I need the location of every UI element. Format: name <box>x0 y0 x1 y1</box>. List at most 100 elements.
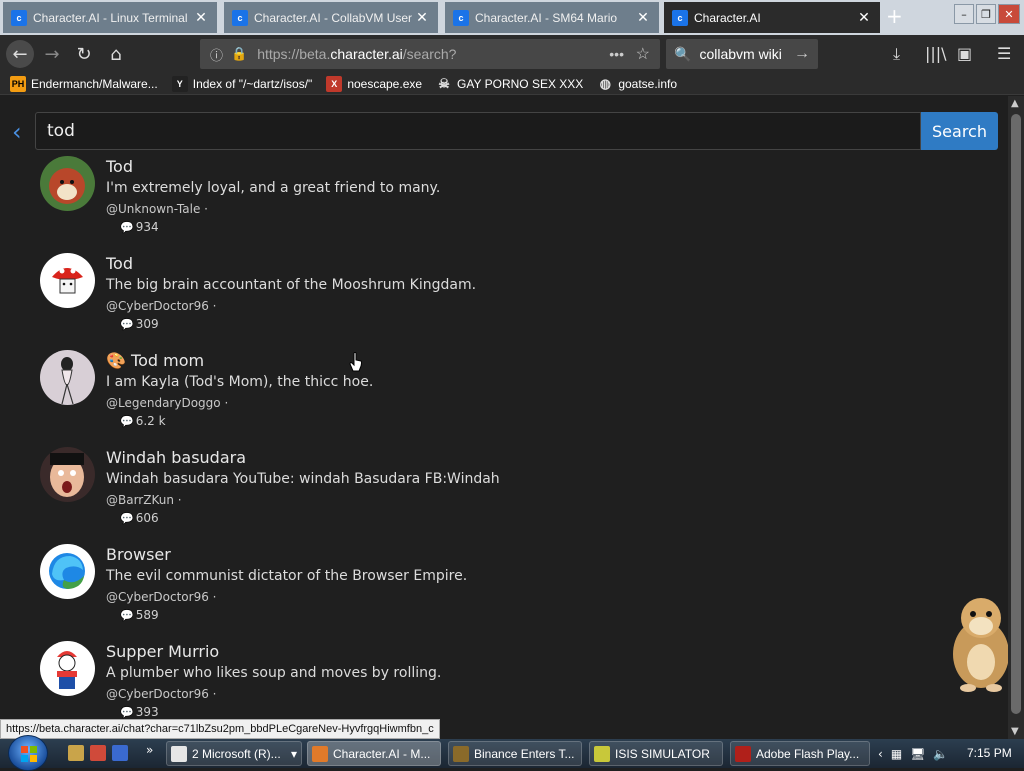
character-author[interactable]: @BarrZKun · <box>106 493 182 507</box>
scrollbar-thumb[interactable] <box>1011 114 1021 714</box>
character-author[interactable]: @Unknown-Tale · <box>106 202 208 216</box>
chat-count: 💬 309 <box>120 317 159 331</box>
result-item[interactable]: Windah basudara Windah basudara YouTube:… <box>40 447 640 537</box>
downloads-icon[interactable]: ⤓ <box>893 44 900 64</box>
minimize-button[interactable]: – <box>954 4 974 24</box>
start-button[interactable] <box>8 735 48 771</box>
character-name[interactable]: Browser <box>106 545 171 564</box>
tab-title: Character.AI <box>694 10 761 25</box>
result-item[interactable]: Tod The big brain accountant of the Moos… <box>40 253 640 343</box>
taskbar-button[interactable]: Binance Enters T... <box>448 741 582 766</box>
bookmark-noescape[interactable]: X noescape.exe <box>326 75 423 92</box>
firefox-quicklaunch-icon[interactable] <box>90 745 106 761</box>
taskbar-button[interactable]: ISIS SIMULATOR <box>589 741 723 766</box>
result-item[interactable]: 🎨 Tod mom I am Kayla (Tod's Mom), the th… <box>40 350 640 440</box>
info-icon[interactable]: ⓘ <box>210 45 223 64</box>
tab-sm64-mario[interactable]: c Character.AI - SM64 Mario ✕ <box>445 2 659 33</box>
character-name[interactable]: 🎨 Tod mom <box>106 351 204 370</box>
bookmark-dartz-isos[interactable]: Y Index of "/~dartz/isos/" <box>171 75 313 92</box>
character-description: The big brain accountant of the Mooshrum… <box>106 277 477 293</box>
tab-character-ai[interactable]: c Character.AI ✕ <box>664 2 880 33</box>
tray-expand-icon[interactable]: ‹ <box>878 747 883 761</box>
tab-linux-terminal[interactable]: c Character.AI - Linux Terminal ✕ <box>3 2 217 33</box>
desktop-quicklaunch-icon[interactable] <box>112 745 128 761</box>
character-name[interactable]: Tod <box>106 254 133 273</box>
clock[interactable]: 7:15 PM <box>967 746 1012 760</box>
bookmark-endermanch[interactable]: PH Endermanch/Malware... <box>10 75 158 92</box>
library-icon[interactable]: |||\ <box>925 44 947 63</box>
result-item[interactable]: Supper Murrio A plumber who likes soup a… <box>40 641 640 719</box>
bookmark-4[interactable]: ☠ GAY PORNO SEX XXX <box>436 76 583 92</box>
character-description: The evil communist dictator of the Brows… <box>106 568 468 584</box>
tab-title: Character.AI - Linux Terminal <box>33 10 188 25</box>
new-tab-button[interactable]: + <box>886 4 903 28</box>
explorer-quicklaunch-icon[interactable] <box>68 745 84 761</box>
tab-collabvm-user[interactable]: c Character.AI - CollabVM User ✕ <box>224 2 438 33</box>
character-author[interactable]: @CyberDoctor96 · <box>106 590 216 604</box>
pornhub-favicon: PH <box>10 75 26 92</box>
search-input[interactable]: tod <box>35 112 921 150</box>
close-window-button[interactable]: ✕ <box>998 4 1020 24</box>
page-scrollbar[interactable]: ▲ ▼ <box>1008 96 1024 739</box>
character-author[interactable]: @CyberDoctor96 · <box>106 687 216 701</box>
avatar[interactable] <box>40 156 95 211</box>
scroll-down-icon[interactable]: ▼ <box>1011 726 1019 737</box>
menu-icon[interactable]: ☰ <box>997 44 1011 63</box>
character-author[interactable]: @CyberDoctor96 · <box>106 299 216 313</box>
taskbar-button[interactable]: Adobe Flash Play... <box>730 741 870 766</box>
close-icon[interactable]: ✕ <box>414 9 430 26</box>
go-arrow-icon[interactable]: → <box>794 45 810 63</box>
browser-search-value: collabvm wiki <box>699 46 782 62</box>
sidebar-icon[interactable]: ▣ <box>957 44 972 63</box>
taskbar-button[interactable]: Character.AI - M... <box>307 741 441 766</box>
bookmark-label: noescape.exe <box>347 76 423 91</box>
back-button[interactable]: ← <box>6 40 34 68</box>
forward-button[interactable]: → <box>38 40 66 68</box>
character-ai-favicon: c <box>672 9 688 26</box>
home-button[interactable]: ⌂ <box>102 40 130 68</box>
reload-button[interactable]: ↻ <box>70 40 98 68</box>
character-name[interactable]: Supper Murrio <box>106 642 219 661</box>
tab-title: Character.AI - SM64 Mario <box>475 10 618 25</box>
palette-icon: 🎨 <box>106 351 126 370</box>
taskbar-button[interactable]: 2 Microsoft (R)... ▾ <box>166 741 302 766</box>
quicklaunch-overflow-icon[interactable]: » <box>146 743 153 757</box>
avatar[interactable] <box>40 544 95 599</box>
character-author[interactable]: @LegendaryDoggo · <box>106 396 228 410</box>
restore-button[interactable]: ❐ <box>976 4 996 24</box>
character-name[interactable]: Windah basudara <box>106 448 246 467</box>
close-icon[interactable]: ✕ <box>193 9 209 26</box>
bookmark-star-icon[interactable]: ☆ <box>636 44 650 64</box>
scroll-up-icon[interactable]: ▲ <box>1011 98 1019 109</box>
network-tray-icon[interactable]: ▦ <box>891 747 902 761</box>
avatar[interactable] <box>40 253 95 308</box>
chat-bubble-icon: 💬 <box>120 414 134 428</box>
back-chevron-icon[interactable]: ‹ <box>12 118 22 146</box>
bookmark-goatse[interactable]: ◍ goatse.info <box>597 76 677 92</box>
browser-search-bar[interactable]: 🔍 collabvm wiki → <box>666 39 818 69</box>
close-icon[interactable]: ✕ <box>635 9 651 26</box>
window-icon <box>171 745 187 762</box>
bookmark-label: goatse.info <box>618 76 678 91</box>
result-item[interactable]: Tod I'm extremely loyal, and a great fri… <box>40 156 640 246</box>
avatar[interactable] <box>40 641 95 696</box>
chat-bubble-icon: 💬 <box>120 317 134 331</box>
chat-count: 💬 934 <box>120 220 159 234</box>
chat-bubble-icon: 💬 <box>120 608 134 622</box>
hamster-desktop-pet[interactable] <box>948 592 1014 692</box>
bookmark-label: Index of "/~dartz/isos/" <box>192 76 313 91</box>
close-icon[interactable]: ✕ <box>856 9 872 26</box>
chat-count: 💬 606 <box>120 511 159 525</box>
page-actions-icon[interactable]: ••• <box>609 46 624 62</box>
character-name[interactable]: Tod <box>106 157 133 176</box>
display-tray-icon[interactable]: 🖥 <box>910 747 925 761</box>
url-bar[interactable]: ⓘ 🔒 https://beta.character.ai/search? ••… <box>200 39 660 69</box>
character-search: ‹ tod Search <box>12 112 1002 150</box>
avatar[interactable] <box>40 350 95 405</box>
status-link-preview: https://beta.character.ai/chat?char=c71l… <box>0 719 440 739</box>
result-item[interactable]: Browser The evil communist dictator of t… <box>40 544 640 634</box>
avatar[interactable] <box>40 447 95 502</box>
volume-icon[interactable]: 🔈 <box>933 747 948 761</box>
search-button[interactable]: Search <box>921 112 998 150</box>
chevron-down-icon: ▾ <box>290 746 297 761</box>
